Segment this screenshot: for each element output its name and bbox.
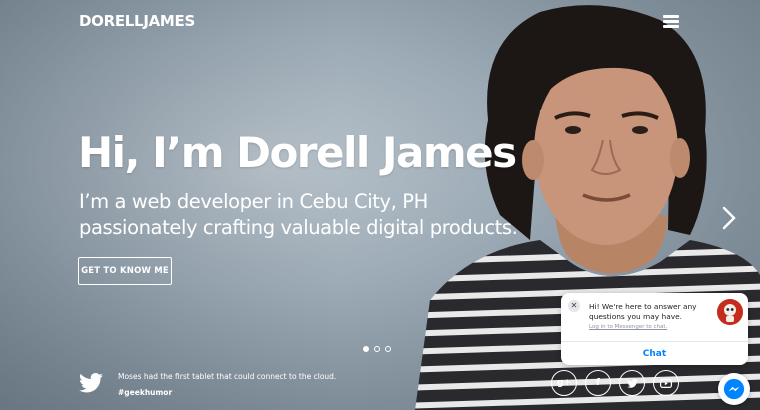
twitter-bird-icon xyxy=(79,373,103,393)
hero-subtitle: I’m a web developer in Cebu City, PH pas… xyxy=(79,189,518,241)
youtube-icon[interactable] xyxy=(653,370,679,396)
messenger-icon[interactable] xyxy=(718,373,750,405)
youtube-glyph xyxy=(660,378,672,388)
chat-button[interactable]: Chat xyxy=(561,342,748,365)
twitter-glyph xyxy=(626,378,638,388)
google-plus-icon[interactable]: g+ xyxy=(551,370,577,396)
slider-dots xyxy=(363,346,391,352)
get-to-know-me-button[interactable]: GET TO KNOW ME xyxy=(78,257,172,285)
messenger-chat-popup: ✕ Hi! We're here to answer any questions… xyxy=(561,293,748,365)
messenger-login-link[interactable]: Log in to Messenger to chat. xyxy=(589,324,667,330)
twitter-icon[interactable] xyxy=(619,370,645,396)
chevron-right-icon[interactable] xyxy=(722,206,736,230)
chat-greeting: Hi! We're here to answer any questions y… xyxy=(589,302,697,321)
slider-dot-2[interactable] xyxy=(374,346,380,352)
hero-section: DORELLJAMES Hi, I’m Dorell James I’m a w… xyxy=(0,0,760,410)
tweet-hashtag[interactable]: #geekhumor xyxy=(118,388,172,397)
slider-dot-1[interactable] xyxy=(363,346,369,352)
hamburger-menu-icon[interactable] xyxy=(663,15,679,28)
hero-subtitle-line1: I’m a web developer in Cebu City, PH xyxy=(79,190,428,213)
site-logo[interactable]: DORELLJAMES xyxy=(79,12,195,30)
facebook-icon[interactable]: f xyxy=(585,370,611,396)
hero-title: Hi, I’m Dorell James xyxy=(78,128,517,177)
chat-avatar xyxy=(717,299,743,325)
hero-subtitle-line2: passionately crafting valuable digital p… xyxy=(79,216,518,239)
close-icon[interactable]: ✕ xyxy=(568,300,580,312)
tweet-text: Moses had the first tablet that could co… xyxy=(118,372,337,381)
social-links: g+ f xyxy=(551,370,679,396)
slider-dot-3[interactable] xyxy=(385,346,391,352)
